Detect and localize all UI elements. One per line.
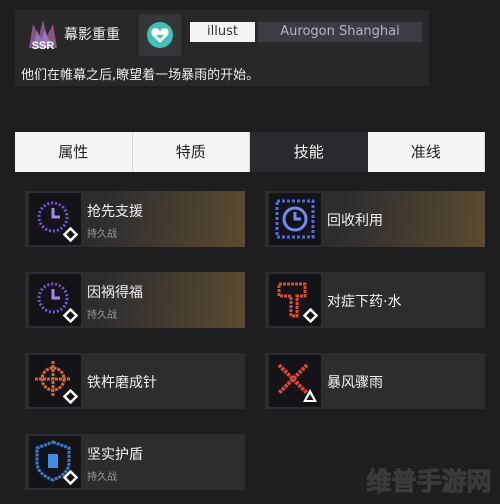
faction-badge <box>139 14 181 56</box>
artist-name: Aurogon Shanghai <box>258 22 422 42</box>
skill-card[interactable]: 暴风骤雨 <box>265 353 485 409</box>
shield-icon <box>29 436 81 488</box>
crosshair-icon <box>29 355 81 407</box>
site-watermark: 维普手游网 <box>366 467 492 497</box>
tab-traits[interactable]: 特质 <box>132 132 250 172</box>
skill-tag: 持久战 <box>87 310 117 321</box>
skill-card[interactable]: 铁杵磨成针 <box>25 353 245 409</box>
clock-icon <box>29 274 81 326</box>
axe-icon <box>269 274 321 326</box>
character-header: SSR 幕影重重 illust Aurogon Shanghai 他们在帷幕之后… <box>15 10 429 86</box>
ssr-rarity-icon: SSR <box>29 20 57 52</box>
skill-card[interactable]: 回收利用 <box>265 191 485 247</box>
character-quote: 他们在帷幕之后,瞭望着一场暴雨的开始。 <box>21 68 260 83</box>
skill-name: 因祸得福 <box>87 285 143 301</box>
clock-icon <box>269 193 321 245</box>
skill-name: 坚实护盾 <box>87 447 143 463</box>
skill-card[interactable]: 坚实护盾 持久战 <box>25 434 245 490</box>
clock-icon <box>29 193 81 245</box>
skill-name: 抢先支援 <box>87 204 143 220</box>
tab-bar: 属性 特质 技能 准线 <box>15 132 485 172</box>
skill-name: 对症下药·水 <box>327 294 402 310</box>
skill-name: 铁杵磨成针 <box>87 375 157 391</box>
skill-name: 暴风骤雨 <box>327 375 383 391</box>
tab-guideline[interactable]: 准线 <box>367 132 485 172</box>
skill-card[interactable]: 对症下药·水 <box>265 272 485 328</box>
svg-text:维普手游网: 维普手游网 <box>366 467 491 496</box>
tab-skills[interactable]: 技能 <box>250 132 368 172</box>
svg-text:SSR: SSR <box>32 40 55 52</box>
skill-card[interactable]: 因祸得福 持久战 <box>25 272 245 328</box>
character-name: 幕影重重 <box>64 27 120 43</box>
skill-tag: 持久战 <box>87 229 117 240</box>
skill-card[interactable]: 抢先支援 持久战 <box>25 191 245 247</box>
heart-shield-icon <box>147 22 173 48</box>
crossed-swords-icon <box>269 355 321 407</box>
skill-tag: 持久战 <box>87 472 117 483</box>
skill-name: 回收利用 <box>327 213 383 229</box>
tab-attributes[interactable]: 属性 <box>15 132 133 172</box>
illust-tag: illust <box>190 22 255 42</box>
